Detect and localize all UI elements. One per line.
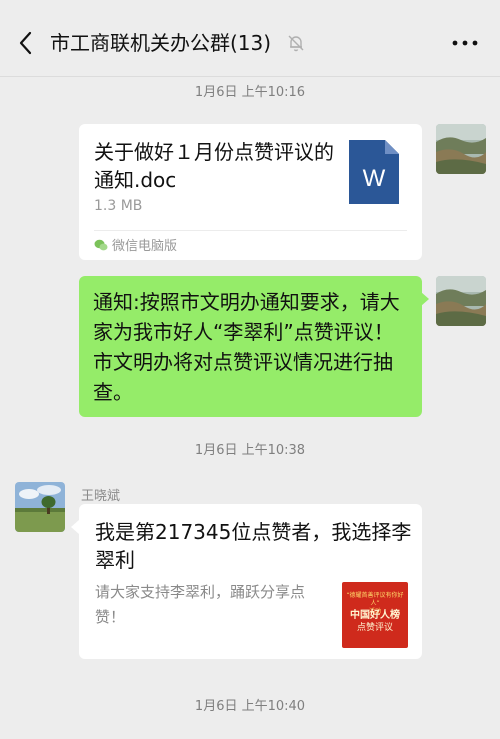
sender-name: 王晓斌 bbox=[81, 489, 121, 504]
timestamp: 1月6日 上午10:40 bbox=[194, 699, 306, 714]
chat-header: 市工商联机关办公群(13) bbox=[0, 0, 500, 76]
share-title: 我是第217345位点赞者，我选择李翠利 bbox=[95, 520, 412, 572]
share-description: 请大家支持李翠利，踊跃分享点赞！ bbox=[95, 583, 306, 626]
wechat-pc-icon bbox=[94, 237, 108, 251]
file-source: 微信电脑版 bbox=[112, 239, 178, 254]
more-dots-icon bbox=[452, 40, 478, 46]
bubble-tail bbox=[421, 292, 429, 306]
chevron-left-icon bbox=[19, 31, 32, 55]
self-avatar[interactable] bbox=[436, 124, 486, 174]
sender-avatar[interactable] bbox=[15, 482, 65, 532]
self-avatar[interactable] bbox=[436, 276, 486, 326]
file-name: 关于做好１月份点赞评议的通知.doc bbox=[94, 140, 334, 192]
doc-icon-letter: W bbox=[363, 165, 386, 192]
timestamp: 1月6日 上午10:16 bbox=[194, 85, 306, 100]
file-message[interactable]: 关于做好１月份点赞评议的通知.doc 1.3 MB W 微信电脑版 bbox=[79, 124, 422, 260]
file-divider bbox=[94, 230, 407, 231]
timestamp: 1月6日 上午10:38 bbox=[194, 443, 306, 458]
more-button[interactable] bbox=[448, 30, 482, 56]
bell-off-icon bbox=[286, 33, 306, 53]
notice-message[interactable]: 通知:按照市文明办通知要求，请大家为我市好人“李翠利”点赞评议！市文明办将对点赞… bbox=[79, 276, 422, 417]
notice-text: 通知:按照市文明办通知要求，请大家为我市好人“李翠利”点赞评议！市文明办将对点赞… bbox=[93, 290, 400, 404]
back-button[interactable] bbox=[12, 28, 42, 58]
share-thumbnail: “德耀首善评议有你好人” 活动 中国好人榜 点赞评议 bbox=[342, 582, 408, 648]
thumb-subheading: 点赞评议 bbox=[356, 623, 393, 633]
word-doc-icon: W bbox=[349, 140, 399, 204]
share-link-message[interactable]: 我是第217345位点赞者，我选择李翠利 请大家支持李翠利，踊跃分享点赞！ “德… bbox=[79, 504, 422, 659]
bubble-tail bbox=[71, 520, 79, 534]
thumb-heading: 中国好人榜 bbox=[350, 610, 400, 621]
header-divider bbox=[0, 76, 500, 77]
chat-title: 市工商联机关办公群(13) bbox=[50, 31, 272, 55]
file-size: 1.3 MB bbox=[94, 198, 143, 214]
